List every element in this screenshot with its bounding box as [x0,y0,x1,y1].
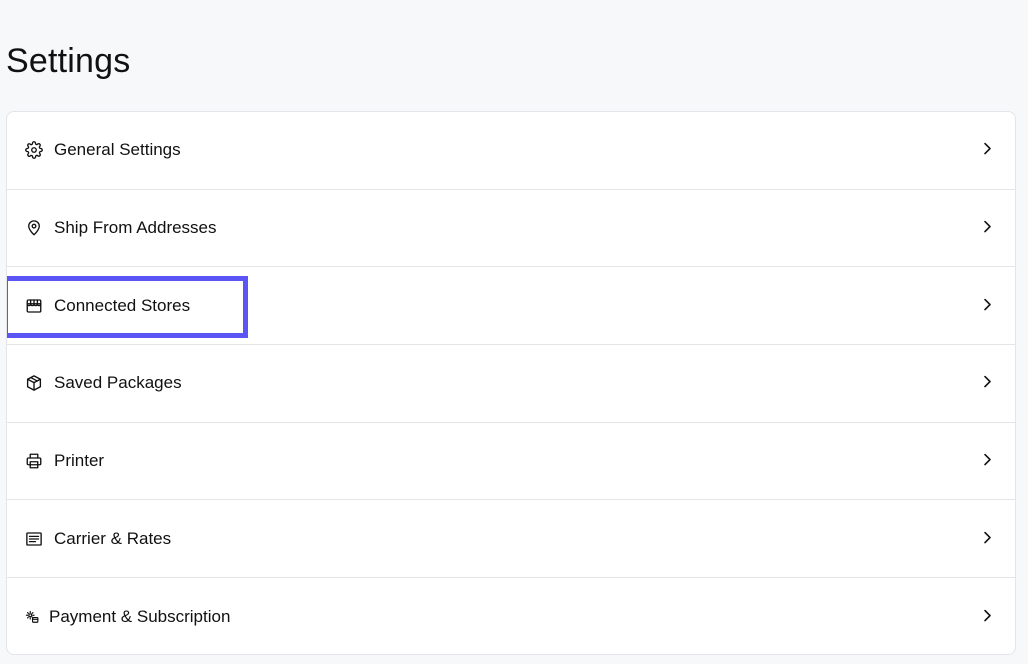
settings-item-label: Carrier & Rates [54,528,172,548]
settings-item-general-settings[interactable]: General Settings [7,112,1015,190]
settings-item-connected-stores[interactable]: Connected Stores [7,267,1015,346]
settings-item-label: Payment & Subscription [49,606,231,626]
list-icon [25,530,43,548]
page-title: Settings [6,42,131,80]
package-icon [25,374,43,392]
chevron-right-icon [981,220,993,234]
store-icon [25,297,43,315]
settings-item-payment-subscription[interactable]: Payment & Subscription [7,578,1015,654]
chevron-right-icon [981,609,993,623]
settings-item-printer[interactable]: Printer [7,423,1015,501]
settings-list: General Settings Ship From Addresses Con… [6,111,1016,655]
settings-item-carrier-rates[interactable]: Carrier & Rates [7,500,1015,579]
chevron-right-icon [981,375,993,389]
settings-item-ship-from-addresses[interactable]: Ship From Addresses [7,190,1015,268]
settings-item-label: Connected Stores [54,295,191,315]
settings-item-label: Ship From Addresses [54,218,217,238]
chevron-right-icon [981,530,993,544]
settings-item-label: Printer [54,451,105,471]
chevron-right-icon [981,297,993,311]
gear-icon [25,141,43,160]
chevron-right-icon [981,142,993,156]
settings-item-label: General Settings [54,140,181,160]
location-pin-icon [25,219,43,237]
printer-icon [25,452,43,470]
payment-gear-icon [25,608,39,626]
chevron-right-icon [981,453,993,467]
settings-item-label: Saved Packages [54,373,182,393]
settings-item-saved-packages[interactable]: Saved Packages [7,345,1015,423]
settings-page: Settings General Settings Ship From Addr… [0,0,1028,664]
